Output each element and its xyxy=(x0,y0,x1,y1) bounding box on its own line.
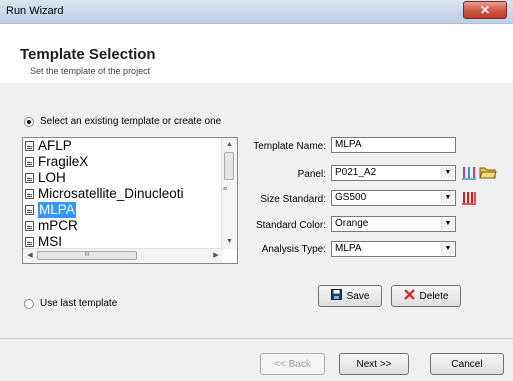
template-list-item[interactable]: MLPA xyxy=(23,202,223,218)
next-label: Next >> xyxy=(356,358,392,370)
panel-label: Panel: xyxy=(297,169,326,180)
template-item-label: mPCR xyxy=(38,218,78,233)
template-list-item[interactable]: FragileX xyxy=(23,154,223,170)
analysis-type-label: Analysis Type: xyxy=(261,244,326,255)
back-button[interactable]: << Back xyxy=(260,353,325,375)
template-document-icon xyxy=(25,205,34,215)
header-divider xyxy=(0,82,513,83)
template-list-item[interactable]: AFLP xyxy=(23,138,223,154)
save-label: Save xyxy=(346,290,370,302)
size-standard-icon xyxy=(462,192,476,205)
delete-label: Delete xyxy=(419,290,449,302)
template-document-icon xyxy=(25,157,34,167)
template-name-field[interactable]: MLPA xyxy=(331,137,456,153)
save-disk-icon xyxy=(330,289,342,303)
title-bar: Run Wizard ✕ xyxy=(0,0,513,24)
save-button[interactable]: Save xyxy=(318,285,382,307)
delete-button[interactable]: Delete xyxy=(391,285,461,307)
next-button[interactable]: Next >> xyxy=(339,353,409,375)
analysis-type-select[interactable]: MLPA ▼ xyxy=(331,241,456,257)
size-standard-button[interactable] xyxy=(461,190,477,206)
use-last-option[interactable]: Use last template xyxy=(24,298,117,309)
panel-bins-button[interactable] xyxy=(461,165,477,181)
close-icon: ✕ xyxy=(479,3,491,17)
footer-divider xyxy=(0,338,513,339)
template-name-label: Template Name: xyxy=(253,141,326,152)
standard-color-value: Orange xyxy=(335,218,369,229)
chevron-down-icon[interactable]: ▼ xyxy=(441,218,454,230)
panel-select[interactable]: P021_A2 ▼ xyxy=(331,165,456,181)
run-wizard-window: Run Wizard ✕ Template Selection Set the … xyxy=(0,0,513,381)
template-document-icon xyxy=(25,173,34,183)
template-list-items: AFLP FragileX LOH Microsatellite_Dinucleoti… xyxy=(23,138,223,250)
chevron-down-icon[interactable]: ▼ xyxy=(441,243,454,255)
template-item-label: Microsatellite_Dinucleoti xyxy=(38,186,184,201)
template-list-item[interactable]: mPCR xyxy=(23,218,223,234)
close-button[interactable]: ✕ xyxy=(463,1,507,19)
use-last-label: Use last template xyxy=(40,298,118,309)
select-existing-radio[interactable] xyxy=(24,116,34,127)
standard-color-label: Standard Color: xyxy=(255,220,326,231)
horizontal-scroll-thumb[interactable]: III xyxy=(37,251,137,260)
template-document-icon xyxy=(25,221,34,231)
back-label: << Back xyxy=(274,358,311,370)
scroll-grip-icon: ≡ xyxy=(223,186,228,193)
delete-x-icon xyxy=(403,289,415,303)
size-standard-select[interactable]: GS500 ▼ xyxy=(331,190,456,206)
template-document-icon xyxy=(25,189,34,199)
scroll-left-arrow-icon[interactable]: ◀ xyxy=(23,249,37,263)
window-title: Run Wizard xyxy=(6,5,64,17)
standard-color-select[interactable]: Orange ▼ xyxy=(331,216,456,232)
panel-bins-icon xyxy=(462,167,476,180)
page-title: Template Selection xyxy=(20,46,156,63)
template-item-label: FragileX xyxy=(38,154,89,169)
size-standard-label: Size Standard: xyxy=(260,194,326,205)
list-horizontal-scrollbar[interactable]: ◀ III ▶ xyxy=(23,248,223,263)
cancel-label: Cancel xyxy=(451,358,483,370)
template-list-item[interactable]: Microsatellite_Dinucleoti xyxy=(23,186,223,202)
template-item-label: LOH xyxy=(38,170,66,185)
template-item-label: MLPA xyxy=(38,202,76,218)
template-document-icon xyxy=(25,237,34,247)
use-last-radio[interactable] xyxy=(24,298,34,309)
select-existing-option[interactable]: Select an existing template or create on… xyxy=(24,116,221,127)
template-document-icon xyxy=(25,141,34,151)
open-folder-button[interactable] xyxy=(479,164,497,180)
size-standard-value: GS500 xyxy=(335,192,367,203)
chevron-down-icon[interactable]: ▼ xyxy=(441,192,454,204)
select-existing-label: Select an existing template or create on… xyxy=(40,116,222,127)
panel-value: P021_A2 xyxy=(335,167,377,178)
chevron-down-icon[interactable]: ▼ xyxy=(441,167,454,179)
template-item-label: AFLP xyxy=(38,138,72,153)
open-folder-icon xyxy=(479,167,497,179)
analysis-type-value: MLPA xyxy=(335,243,362,254)
cancel-button[interactable]: Cancel xyxy=(430,353,504,375)
page-subtitle: Set the template of the project xyxy=(30,66,151,76)
wizard-header: Template Selection Set the template of t… xyxy=(0,24,513,83)
template-list-item[interactable]: LOH xyxy=(23,170,223,186)
